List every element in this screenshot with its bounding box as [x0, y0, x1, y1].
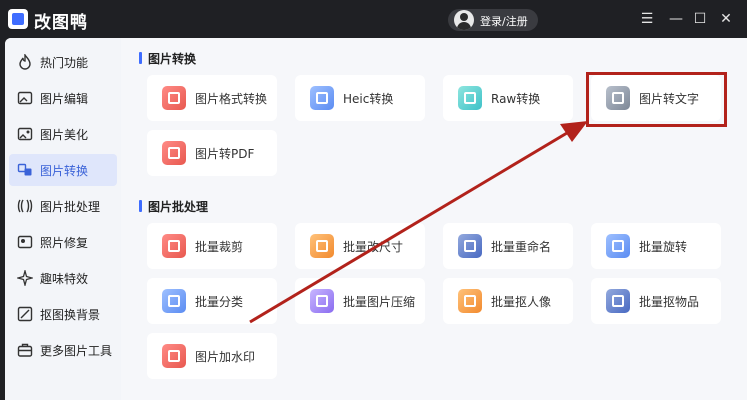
classify-icon [162, 289, 186, 313]
card-label: 图片格式转换 [195, 92, 268, 106]
image-beautify-icon [17, 127, 33, 141]
sidebar: 热门功能 图片编辑 图片美化 图片转换 图片批处理 照片修复 趣味特效 抠图换背… [5, 38, 121, 400]
sidebar-item-hot[interactable]: 热门功能 [5, 46, 121, 78]
resize-icon [310, 234, 334, 258]
card-batch-resize[interactable]: 批量改尺寸 [295, 223, 425, 269]
card-batch-compress[interactable]: 批量图片压缩 [295, 278, 425, 324]
image-edit-icon [17, 91, 33, 105]
sidebar-item-label: 照片修复 [40, 235, 89, 250]
login-button[interactable]: 登录/注册 [448, 9, 538, 31]
card-heic-convert[interactable]: Heic转换 [295, 75, 425, 121]
sidebar-item-effects[interactable]: 趣味特效 [5, 262, 121, 294]
sidebar-item-label: 热门功能 [40, 55, 89, 70]
section-title-convert: 图片转换 [139, 50, 196, 67]
card-batch-crop[interactable]: 批量裁剪 [147, 223, 277, 269]
cutout-icon [17, 306, 33, 322]
card-label: 批量改尺寸 [343, 240, 404, 254]
sidebar-item-beautify[interactable]: 图片美化 [5, 118, 121, 150]
card-label: 批量抠人像 [491, 295, 552, 309]
sidebar-item-convert[interactable]: 图片转换 [9, 154, 117, 186]
image-convert-icon [17, 163, 32, 176]
card-label: 批量图片压缩 [343, 295, 416, 309]
rotate-icon [606, 234, 630, 258]
portrait-cutout-icon [458, 289, 482, 313]
card-label: 批量分类 [195, 295, 244, 309]
sidebar-item-label: 抠图换背景 [40, 307, 101, 322]
heic-icon [310, 86, 334, 110]
flame-icon [19, 54, 31, 70]
card-label: Heic转换 [343, 92, 394, 106]
sidebar-item-edit[interactable]: 图片编辑 [5, 82, 121, 114]
minimize-icon[interactable]: — [666, 9, 686, 29]
sidebar-item-label: 图片批处理 [40, 199, 101, 214]
card-batch-rotate[interactable]: 批量旋转 [591, 223, 721, 269]
batch-icon [17, 199, 33, 213]
watermark-icon [162, 344, 186, 368]
card-format-convert[interactable]: 图片格式转换 [147, 75, 277, 121]
card-label: 批量旋转 [639, 240, 688, 254]
card-label: 批量重命名 [491, 240, 552, 254]
section-title-batch: 图片批处理 [139, 198, 208, 215]
card-batch-object-cutout[interactable]: 批量抠物品 [591, 278, 721, 324]
crop-icon [162, 234, 186, 258]
card-image-to-pdf[interactable]: 图片转PDF [147, 130, 277, 176]
card-label: 批量抠物品 [639, 295, 700, 309]
close-icon[interactable]: ✕ [716, 9, 736, 29]
app-title: 改图鸭 [34, 13, 88, 33]
sidebar-item-label: 图片美化 [40, 127, 89, 142]
effects-icon [17, 270, 33, 286]
sidebar-item-label: 图片转换 [40, 163, 89, 178]
compress-icon [310, 289, 334, 313]
sidebar-item-repair[interactable]: 照片修复 [5, 226, 121, 258]
photo-repair-icon [17, 235, 33, 249]
card-label: 图片加水印 [195, 350, 256, 364]
rename-icon [458, 234, 482, 258]
menu-icon[interactable]: ☰ [637, 9, 657, 29]
sidebar-item-label: 图片编辑 [40, 91, 89, 106]
title-bar: 改图鸭 登录/注册 ☰ — ☐ ✕ [0, 0, 747, 38]
card-batch-portrait-cutout[interactable]: 批量抠人像 [443, 278, 573, 324]
sidebar-item-label: 趣味特效 [40, 271, 89, 286]
annotation-highlight-box [586, 72, 727, 127]
raw-icon [458, 86, 482, 110]
maximize-icon[interactable]: ☐ [690, 9, 710, 29]
sidebar-item-cutout[interactable]: 抠图换背景 [5, 298, 121, 330]
toolbox-icon [17, 343, 33, 357]
app-logo-icon [8, 9, 28, 29]
sidebar-item-label: 更多图片工具 [40, 343, 113, 358]
object-cutout-icon [606, 289, 630, 313]
format-convert-icon [162, 86, 186, 110]
card-label: Raw转换 [491, 92, 541, 106]
card-raw-convert[interactable]: Raw转换 [443, 75, 573, 121]
login-label: 登录/注册 [480, 15, 528, 28]
card-watermark[interactable]: 图片加水印 [147, 333, 277, 379]
pdf-icon [162, 141, 186, 165]
avatar-icon [454, 10, 474, 30]
sidebar-item-batch[interactable]: 图片批处理 [5, 190, 121, 222]
sidebar-item-more[interactable]: 更多图片工具 [5, 334, 121, 366]
card-batch-classify[interactable]: 批量分类 [147, 278, 277, 324]
card-batch-rename[interactable]: 批量重命名 [443, 223, 573, 269]
card-label: 批量裁剪 [195, 240, 244, 254]
card-label: 图片转PDF [195, 147, 255, 161]
